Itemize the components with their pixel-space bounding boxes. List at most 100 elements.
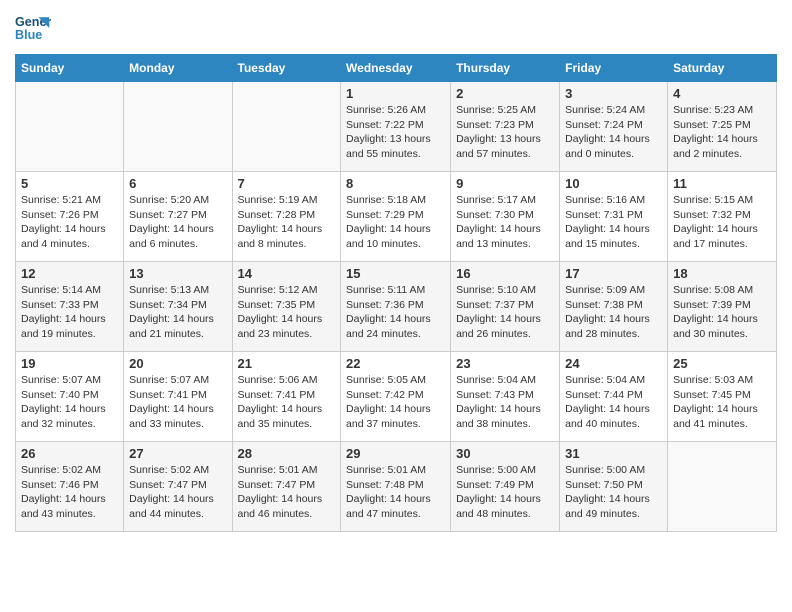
- day-number: 30: [456, 446, 554, 461]
- day-info: Sunrise: 5:14 AM Sunset: 7:33 PM Dayligh…: [21, 283, 118, 342]
- day-number: 23: [456, 356, 554, 371]
- day-number: 9: [456, 176, 554, 191]
- calendar-cell: 20Sunrise: 5:07 AM Sunset: 7:41 PM Dayli…: [124, 352, 232, 442]
- calendar-cell: 28 Sunrise: 5:01 AM Sunset: 7:47 PM Dayli…: [232, 442, 341, 532]
- calendar-cell: [668, 442, 777, 532]
- day-info: Sunrise: 5:04 AM Sunset: 7:44 PM Dayligh…: [565, 373, 662, 432]
- day-number: 4: [673, 86, 771, 101]
- day-number: 5: [21, 176, 118, 191]
- day-info: Sunrise: 5:10 AM Sunset: 7:37 PM Dayligh…: [456, 283, 554, 342]
- day-info: Sunrise: 5:25 AM Sunset: 7:23 PM Dayligh…: [456, 103, 554, 162]
- weekday-header-saturday: Saturday: [668, 55, 777, 82]
- calendar-cell: 13 Sunrise: 5:13 AM Sunset: 7:34 PM Dayli…: [124, 262, 232, 352]
- day-number: 2: [456, 86, 554, 101]
- calendar-cell: 15Sunrise: 5:11 AM Sunset: 7:36 PM Dayli…: [341, 262, 451, 352]
- day-info: Sunrise: 5:12 AM Sunset: 7:35 PM Dayligh…: [238, 283, 336, 342]
- day-info: Sunrise: 5:05 AM Sunset: 7:42 PM Dayligh…: [346, 373, 445, 432]
- calendar-cell: 12 Sunrise: 5:14 AM Sunset: 7:33 PM Dayli…: [16, 262, 124, 352]
- calendar-week-2: 5 Sunrise: 5:21 AM Sunset: 7:26 PM Daylig…: [16, 172, 777, 262]
- calendar-cell: 1 Sunrise: 5:26 AM Sunset: 7:22 PM Daylig…: [341, 82, 451, 172]
- day-number: 6: [129, 176, 226, 191]
- day-info: Sunrise: 5:00 AM Sunset: 7:49 PM Dayligh…: [456, 463, 554, 522]
- calendar-cell: 14 Sunrise: 5:12 AM Sunset: 7:35 PM Dayli…: [232, 262, 341, 352]
- logo: General Blue: [15, 10, 51, 46]
- day-number: 3: [565, 86, 662, 101]
- day-number: 1: [346, 86, 445, 101]
- day-number: 12: [21, 266, 118, 281]
- day-info: Sunrise: 5:18 AM Sunset: 7:29 PM Dayligh…: [346, 193, 445, 252]
- calendar-body: 1 Sunrise: 5:26 AM Sunset: 7:22 PM Daylig…: [16, 82, 777, 532]
- day-number: 19: [21, 356, 118, 371]
- svg-text:Blue: Blue: [15, 28, 42, 42]
- weekday-header-sunday: Sunday: [16, 55, 124, 82]
- day-number: 26: [21, 446, 118, 461]
- day-info: Sunrise: 5:24 AM Sunset: 7:24 PM Dayligh…: [565, 103, 662, 162]
- day-number: 10: [565, 176, 662, 191]
- day-info: Sunrise: 5:19 AM Sunset: 7:28 PM Dayligh…: [238, 193, 336, 252]
- day-info: Sunrise: 5:23 AM Sunset: 7:25 PM Dayligh…: [673, 103, 771, 162]
- calendar-cell: 7 Sunrise: 5:19 AM Sunset: 7:28 PM Daylig…: [232, 172, 341, 262]
- day-number: 17: [565, 266, 662, 281]
- weekday-header-wednesday: Wednesday: [341, 55, 451, 82]
- day-number: 13: [129, 266, 226, 281]
- calendar-cell: 10Sunrise: 5:16 AM Sunset: 7:31 PM Dayli…: [560, 172, 668, 262]
- day-info: Sunrise: 5:15 AM Sunset: 7:32 PM Dayligh…: [673, 193, 771, 252]
- day-info: Sunrise: 5:04 AM Sunset: 7:43 PM Dayligh…: [456, 373, 554, 432]
- calendar-cell: 24 Sunrise: 5:04 AM Sunset: 7:44 PM Dayli…: [560, 352, 668, 442]
- day-number: 8: [346, 176, 445, 191]
- calendar-cell: 16 Sunrise: 5:10 AM Sunset: 7:37 PM Dayli…: [451, 262, 560, 352]
- day-info: Sunrise: 5:01 AM Sunset: 7:47 PM Dayligh…: [238, 463, 336, 522]
- calendar-cell: 21Sunrise: 5:06 AM Sunset: 7:41 PM Dayli…: [232, 352, 341, 442]
- calendar-cell: 26 Sunrise: 5:02 AM Sunset: 7:46 PM Dayli…: [16, 442, 124, 532]
- day-number: 31: [565, 446, 662, 461]
- day-number: 24: [565, 356, 662, 371]
- day-info: Sunrise: 5:20 AM Sunset: 7:27 PM Dayligh…: [129, 193, 226, 252]
- day-number: 11: [673, 176, 771, 191]
- day-info: Sunrise: 5:03 AM Sunset: 7:45 PM Dayligh…: [673, 373, 771, 432]
- calendar-cell: 19 Sunrise: 5:07 AM Sunset: 7:40 PM Dayli…: [16, 352, 124, 442]
- calendar-cell: 4 Sunrise: 5:23 AM Sunset: 7:25 PM Daylig…: [668, 82, 777, 172]
- day-number: 27: [129, 446, 226, 461]
- calendar-cell: 17 Sunrise: 5:09 AM Sunset: 7:38 PM Dayli…: [560, 262, 668, 352]
- day-number: 18: [673, 266, 771, 281]
- weekday-header-thursday: Thursday: [451, 55, 560, 82]
- day-number: 21: [238, 356, 336, 371]
- day-info: Sunrise: 5:02 AM Sunset: 7:47 PM Dayligh…: [129, 463, 226, 522]
- calendar-cell: 5 Sunrise: 5:21 AM Sunset: 7:26 PM Daylig…: [16, 172, 124, 262]
- day-info: Sunrise: 5:17 AM Sunset: 7:30 PM Dayligh…: [456, 193, 554, 252]
- calendar-cell: 11 Sunrise: 5:15 AM Sunset: 7:32 PM Dayli…: [668, 172, 777, 262]
- day-info: Sunrise: 5:13 AM Sunset: 7:34 PM Dayligh…: [129, 283, 226, 342]
- calendar-cell: 23 Sunrise: 5:04 AM Sunset: 7:43 PM Dayli…: [451, 352, 560, 442]
- calendar-cell: [232, 82, 341, 172]
- weekday-header-monday: Monday: [124, 55, 232, 82]
- day-info: Sunrise: 5:02 AM Sunset: 7:46 PM Dayligh…: [21, 463, 118, 522]
- day-info: Sunrise: 5:07 AM Sunset: 7:40 PM Dayligh…: [21, 373, 118, 432]
- day-number: 29: [346, 446, 445, 461]
- day-number: 22: [346, 356, 445, 371]
- day-number: 16: [456, 266, 554, 281]
- calendar-cell: 18Sunrise: 5:08 AM Sunset: 7:39 PM Dayli…: [668, 262, 777, 352]
- day-number: 15: [346, 266, 445, 281]
- calendar-week-1: 1 Sunrise: 5:26 AM Sunset: 7:22 PM Daylig…: [16, 82, 777, 172]
- calendar-cell: 6 Sunrise: 5:20 AM Sunset: 7:27 PM Daylig…: [124, 172, 232, 262]
- calendar-week-5: 26 Sunrise: 5:02 AM Sunset: 7:46 PM Dayli…: [16, 442, 777, 532]
- calendar-cell: 31 Sunrise: 5:00 AM Sunset: 7:50 PM Dayli…: [560, 442, 668, 532]
- calendar-cell: 8 Sunrise: 5:18 AM Sunset: 7:29 PM Daylig…: [341, 172, 451, 262]
- page-header: General Blue: [15, 10, 777, 46]
- day-number: 20: [129, 356, 226, 371]
- day-info: Sunrise: 5:00 AM Sunset: 7:50 PM Dayligh…: [565, 463, 662, 522]
- calendar-cell: 9 Sunrise: 5:17 AM Sunset: 7:30 PM Daylig…: [451, 172, 560, 262]
- day-number: 28: [238, 446, 336, 461]
- calendar-cell: 25Sunrise: 5:03 AM Sunset: 7:45 PM Dayli…: [668, 352, 777, 442]
- day-info: Sunrise: 5:26 AM Sunset: 7:22 PM Dayligh…: [346, 103, 445, 162]
- day-number: 7: [238, 176, 336, 191]
- calendar-cell: 30 Sunrise: 5:00 AM Sunset: 7:49 PM Dayli…: [451, 442, 560, 532]
- calendar-cell: [16, 82, 124, 172]
- calendar-cell: 27 Sunrise: 5:02 AM Sunset: 7:47 PM Dayli…: [124, 442, 232, 532]
- day-info: Sunrise: 5:09 AM Sunset: 7:38 PM Dayligh…: [565, 283, 662, 342]
- day-info: Sunrise: 5:21 AM Sunset: 7:26 PM Dayligh…: [21, 193, 118, 252]
- day-info: Sunrise: 5:01 AM Sunset: 7:48 PM Dayligh…: [346, 463, 445, 522]
- calendar-week-3: 12 Sunrise: 5:14 AM Sunset: 7:33 PM Dayli…: [16, 262, 777, 352]
- calendar-cell: 3 Sunrise: 5:24 AM Sunset: 7:24 PM Daylig…: [560, 82, 668, 172]
- day-number: 14: [238, 266, 336, 281]
